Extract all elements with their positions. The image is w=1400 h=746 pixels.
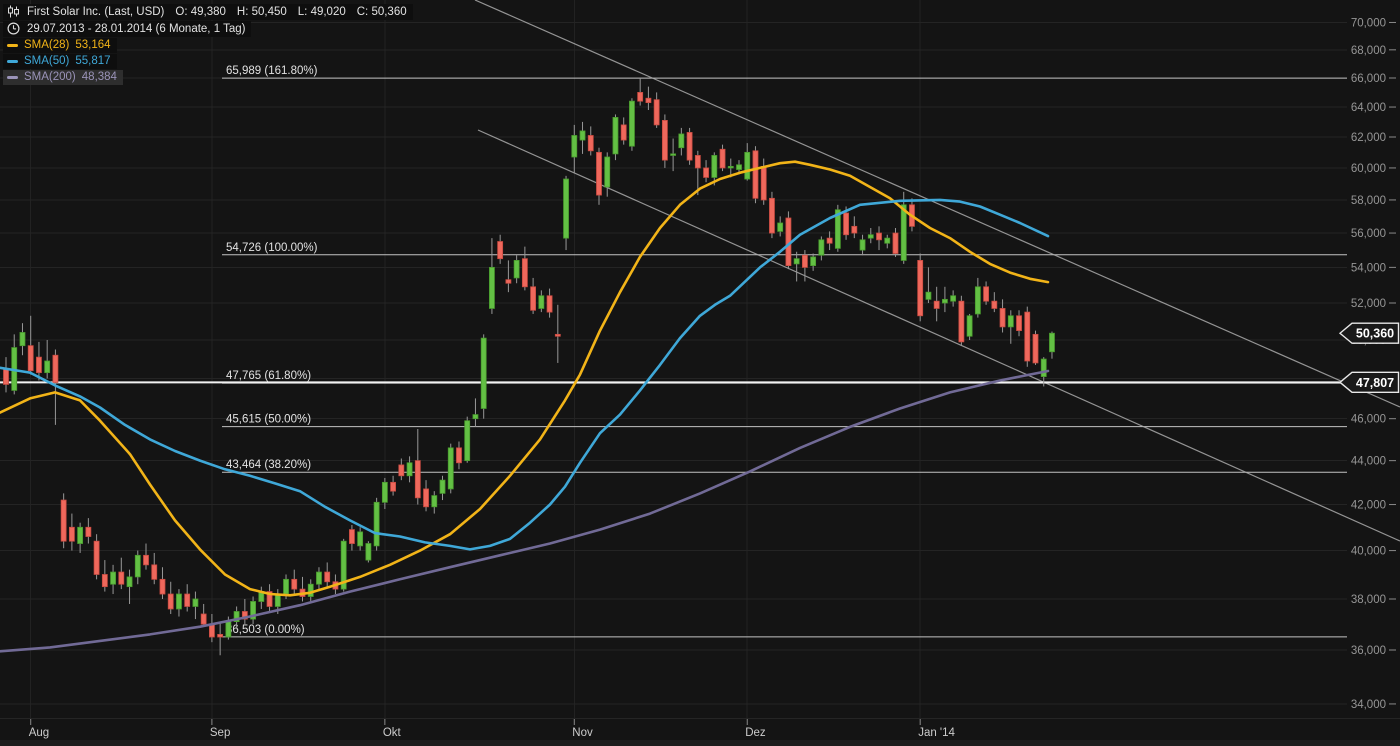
svg-text:34,000: 34,000: [1351, 699, 1386, 711]
svg-text:47,765 (61.80%): 47,765 (61.80%): [226, 370, 311, 382]
date-range-row: 29.07.2013 - 28.01.2014 (6 Monate, 1 Tag…: [3, 21, 252, 37]
candle: [785, 211, 792, 270]
candle: [1032, 330, 1039, 365]
candle: [769, 191, 775, 239]
legend-value: 55,817: [75, 55, 111, 67]
candle: [958, 295, 965, 346]
svg-text:45,615 (50.00%): 45,615 (50.00%): [226, 414, 311, 426]
sma50-color-swatch: [7, 59, 18, 63]
chart-canvas[interactable]: 65,989 (161.80%)54,726 (100.00%)47,765 (…: [0, 0, 1400, 746]
svg-text:Sep: Sep: [210, 727, 230, 739]
legend-label: SMA(200): [24, 71, 76, 83]
svg-text:46,000: 46,000: [1351, 414, 1386, 426]
clock-icon: [7, 22, 20, 35]
chart-window: 65,989 (161.80%) 54,726 (100.00%) 47,765 (…: [0, 0, 1400, 746]
price-badge-support-level: 47,807: [1338, 371, 1400, 394]
candle: [1024, 306, 1031, 367]
svg-text:58,000: 58,000: [1351, 195, 1386, 207]
svg-text:70,000: 70,000: [1351, 17, 1386, 29]
svg-text:43,464 (38.20%): 43,464 (38.20%): [226, 459, 311, 471]
svg-text:64,000: 64,000: [1351, 102, 1386, 114]
svg-text:47,807: 47,807: [1356, 376, 1394, 390]
svg-text:62,000: 62,000: [1351, 132, 1386, 144]
bottom-strip: [0, 740, 1400, 746]
svg-text:40,000: 40,000: [1351, 546, 1386, 558]
legend-value: 48,384: [81, 71, 117, 83]
high-value: H: 50,450: [236, 5, 287, 18]
open-value: O: 49,380: [175, 5, 226, 18]
candlestick-icon: [7, 5, 20, 18]
candle: [686, 127, 693, 165]
candle: [629, 98, 635, 151]
svg-text:44,000: 44,000: [1351, 456, 1386, 468]
instrument-row: First Solar Inc. (Last, USD) O: 49,380 H…: [3, 4, 413, 20]
svg-text:Jan '14: Jan '14: [918, 727, 955, 739]
svg-text:54,000: 54,000: [1351, 262, 1386, 274]
svg-text:Dez: Dez: [745, 727, 766, 739]
svg-text:60,000: 60,000: [1351, 163, 1386, 175]
candle: [373, 497, 380, 551]
svg-text:36,000: 36,000: [1351, 645, 1386, 657]
candle: [612, 114, 619, 161]
svg-text:Okt: Okt: [383, 727, 402, 739]
candle: [447, 443, 454, 494]
sma200-color-swatch: [7, 75, 18, 79]
candle: [834, 204, 841, 252]
candle: [966, 313, 973, 341]
svg-text:56,000: 56,000: [1351, 228, 1386, 240]
date-range: 29.07.2013 - 28.01.2014 (6 Monate, 1 Tag…: [27, 22, 246, 35]
candle: [464, 416, 471, 463]
close-value: C: 50,360: [356, 5, 407, 18]
candle: [917, 253, 924, 322]
sma28-color-swatch: [7, 43, 18, 47]
legend-label: SMA(28): [24, 39, 70, 51]
svg-text:54,726 (100.00%): 54,726 (100.00%): [226, 242, 318, 254]
chart-header: First Solar Inc. (Last, USD) O: 49,380 H…: [3, 4, 413, 86]
candle: [93, 534, 100, 580]
svg-text:68,000: 68,000: [1351, 45, 1386, 57]
price-badge-last-price: 50,360: [1338, 322, 1400, 344]
svg-text:42,000: 42,000: [1351, 500, 1386, 512]
svg-text:38,000: 38,000: [1351, 594, 1386, 606]
candle: [661, 114, 668, 168]
svg-text:Aug: Aug: [29, 727, 49, 739]
svg-text:36,503 (0.00%): 36,503 (0.00%): [226, 624, 305, 636]
legend-label: SMA(50): [24, 55, 70, 67]
svg-text:Nov: Nov: [572, 727, 593, 739]
candle: [752, 146, 759, 204]
instrument-name: First Solar Inc. (Last, USD): [27, 5, 165, 18]
candle: [365, 541, 372, 563]
candle: [480, 334, 487, 419]
low-value: L: 49,020: [297, 5, 346, 18]
svg-text:66,000: 66,000: [1351, 73, 1386, 85]
svg-text:50,360: 50,360: [1356, 327, 1394, 341]
candle: [60, 493, 67, 549]
legend-item-sma28[interactable]: SMA(28) 53,164: [3, 38, 117, 53]
legend-item-sma50[interactable]: SMA(50) 55,817: [3, 54, 117, 69]
legend-value: 53,164: [75, 39, 111, 51]
svg-text:52,000: 52,000: [1351, 298, 1386, 310]
legend-item-sma200[interactable]: SMA(200) 48,384: [3, 70, 123, 85]
